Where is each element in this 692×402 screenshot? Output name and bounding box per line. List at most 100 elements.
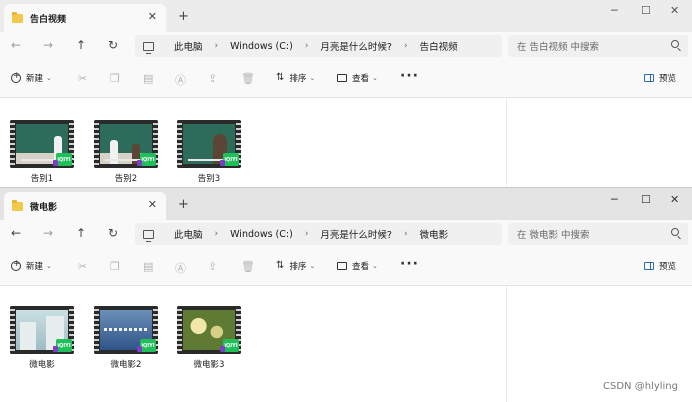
forward-icon[interactable]: →: [43, 38, 53, 52]
paste-icon[interactable]: ▤: [143, 72, 153, 85]
tab-active[interactable]: 微电影 ✕: [4, 192, 166, 220]
rename-icon[interactable]: Ⓐ: [175, 260, 186, 276]
file-item[interactable]: iQIYI 微电影3: [177, 306, 241, 370]
new-tab-icon[interactable]: +: [178, 198, 189, 211]
cut-icon[interactable]: ✂: [78, 260, 87, 273]
breadcrumb-item[interactable]: 月亮是什么时候?: [320, 39, 392, 53]
back-icon[interactable]: ←: [11, 38, 21, 52]
sort-button[interactable]: ⇅ 排序 ⌄: [276, 72, 315, 85]
file-item[interactable]: iQIYI 微电影: [10, 306, 74, 370]
search-placeholder: 在 告白视频 中搜索: [517, 42, 600, 53]
breadcrumb-item[interactable]: 告白视频: [420, 39, 458, 53]
view-label: 查看: [352, 262, 370, 272]
sort-button[interactable]: ⇅ 排序 ⌄: [276, 260, 315, 273]
chevron-right-icon[interactable]: ›: [215, 229, 219, 239]
new-tab-icon[interactable]: +: [178, 10, 189, 23]
title-bar: 微电影 ✕ + ─ ☐ ✕: [0, 188, 692, 220]
chevron-right-icon[interactable]: ›: [215, 41, 219, 51]
up-icon[interactable]: ↑: [76, 38, 86, 52]
back-icon[interactable]: ←: [11, 226, 21, 240]
share-icon[interactable]: ⇪: [208, 260, 217, 273]
explorer-window-1: 告白视频 ✕ + ─ ☐ ✕ ← → ↑ ↻ 此电脑 › Windows (C:…: [0, 0, 692, 186]
breadcrumb-item[interactable]: 此电脑: [174, 39, 203, 53]
preview-pane-divider[interactable]: [506, 286, 507, 402]
refresh-icon[interactable]: ↻: [108, 38, 118, 52]
copy-icon[interactable]: ❐: [110, 72, 120, 85]
file-name: 微电影2: [110, 360, 142, 370]
more-options-icon[interactable]: ···: [400, 68, 419, 84]
chevron-down-icon: ⌄: [372, 74, 378, 82]
copy-icon[interactable]: ❐: [110, 260, 120, 273]
rename-icon[interactable]: Ⓐ: [175, 72, 186, 88]
computer-icon: [143, 41, 154, 54]
minimize-icon[interactable]: ─: [611, 5, 618, 17]
file-name: 告别1: [30, 174, 54, 184]
breadcrumb-item[interactable]: 月亮是什么时候?: [320, 227, 392, 241]
address-bar[interactable]: 此电脑 › Windows (C:) › 月亮是什么时候? › 微电影: [135, 223, 502, 245]
cut-icon[interactable]: ✂: [78, 72, 87, 85]
preview-button[interactable]: 预览: [644, 260, 676, 272]
video-thumbnail: iQIYI: [10, 306, 74, 354]
file-item[interactable]: iQIYI 微电影2: [94, 306, 158, 370]
sort-icon: ⇅: [276, 72, 285, 83]
maximize-icon[interactable]: ☐: [641, 194, 651, 206]
chevron-right-icon[interactable]: ›: [305, 229, 309, 239]
video-thumbnail: iQIYI: [94, 120, 158, 168]
chevron-down-icon: ⌄: [46, 74, 52, 82]
search-icon[interactable]: [671, 228, 679, 236]
breadcrumb-item[interactable]: Windows (C:): [230, 41, 293, 52]
paste-icon[interactable]: ▤: [143, 260, 153, 273]
chevron-right-icon[interactable]: ›: [404, 229, 408, 239]
preview-button[interactable]: 预览: [644, 72, 676, 84]
folder-icon: [12, 199, 23, 211]
search-placeholder: 在 微电影 中搜索: [517, 230, 590, 241]
file-name: 告别2: [114, 174, 138, 184]
chevron-right-icon[interactable]: ›: [305, 41, 309, 51]
file-name: 告别3: [197, 174, 221, 184]
delete-icon[interactable]: 🗑: [241, 72, 255, 85]
breadcrumb-item[interactable]: 微电影: [420, 227, 449, 241]
new-label: 新建: [26, 74, 44, 84]
share-icon[interactable]: ⇪: [208, 72, 217, 85]
view-icon: [337, 262, 347, 270]
search-input[interactable]: 在 告白视频 中搜索: [508, 35, 688, 57]
scene-building: [20, 322, 36, 350]
video-thumbnail: iQIYI: [94, 306, 158, 354]
iqiyi-badge-icon: iQIYI: [53, 153, 72, 166]
file-item[interactable]: iQIYI 告别3: [177, 120, 241, 184]
view-button[interactable]: 查看 ⌄: [337, 72, 378, 84]
new-button[interactable]: 新建 ⌄: [11, 71, 52, 84]
delete-icon[interactable]: 🗑: [241, 260, 255, 273]
close-window-icon[interactable]: ✕: [670, 194, 679, 206]
preview-pane-divider[interactable]: [506, 98, 507, 186]
close-window-icon[interactable]: ✕: [670, 5, 679, 17]
iqiyi-badge-icon: iQIYI: [137, 153, 156, 166]
video-thumbnail: iQIYI: [177, 120, 241, 168]
command-bar: 新建 ⌄ ✂ ❐ ▤ Ⓐ ⇪ 🗑 ⇅ 排序 ⌄ 查看 ⌄ ··· 预览: [0, 248, 692, 286]
chevron-right-icon[interactable]: ›: [404, 41, 408, 51]
refresh-icon[interactable]: ↻: [108, 226, 118, 240]
folder-icon: [12, 11, 23, 23]
up-icon[interactable]: ↑: [76, 226, 86, 240]
maximize-icon[interactable]: ☐: [641, 5, 651, 17]
new-button[interactable]: 新建 ⌄: [11, 259, 52, 272]
chevron-down-icon: ⌄: [46, 262, 52, 270]
address-bar[interactable]: 此电脑 › Windows (C:) › 月亮是什么时候? › 告白视频: [135, 35, 502, 57]
film-strip: [177, 306, 182, 354]
iqiyi-badge-icon: iQIYI: [220, 153, 239, 166]
breadcrumb-item[interactable]: 此电脑: [174, 227, 203, 241]
file-item[interactable]: iQIYI 告别1: [10, 120, 74, 184]
minimize-icon[interactable]: ─: [611, 194, 618, 206]
breadcrumb-item[interactable]: Windows (C:): [230, 229, 293, 240]
file-item[interactable]: iQIYI 告别2: [94, 120, 158, 184]
close-tab-icon[interactable]: ✕: [148, 199, 157, 211]
search-input[interactable]: 在 微电影 中搜索: [508, 223, 688, 245]
explorer-window-2: 微电影 ✕ + ─ ☐ ✕ ← → ↑ ↻ 此电脑 › Windows (C:)…: [0, 187, 692, 402]
more-options-icon[interactable]: ···: [400, 256, 419, 272]
watermark: CSDN @hlyling: [603, 381, 678, 392]
forward-icon[interactable]: →: [43, 226, 53, 240]
tab-active[interactable]: 告白视频 ✕: [4, 4, 166, 32]
view-button[interactable]: 查看 ⌄: [337, 260, 378, 272]
search-icon[interactable]: [671, 40, 679, 48]
close-tab-icon[interactable]: ✕: [148, 11, 157, 23]
